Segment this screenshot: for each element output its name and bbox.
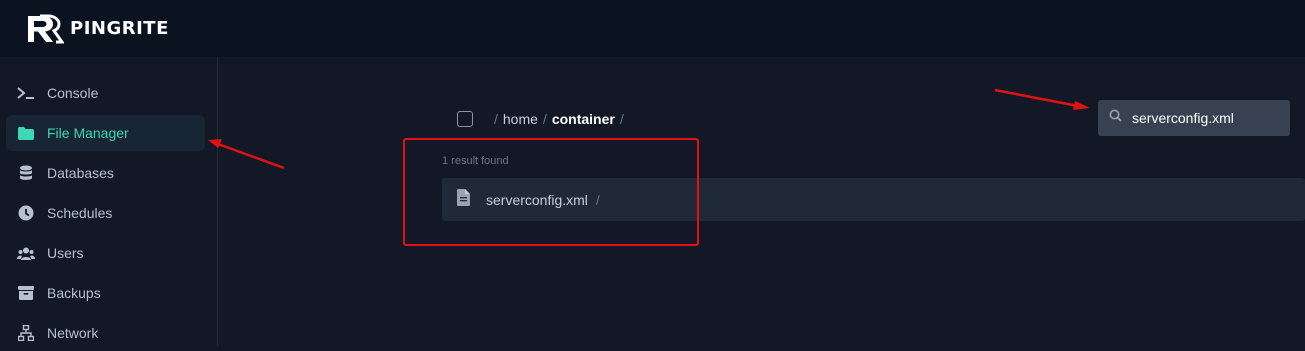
search-box[interactable] [1098, 100, 1290, 136]
result-path-separator: / [595, 191, 600, 208]
sidebar-item-label: Databases [47, 165, 114, 181]
sidebar-item-backups[interactable]: Backups [6, 275, 205, 311]
sidebar-item-label: Network [47, 325, 99, 341]
breadcrumb-separator: / [494, 111, 498, 127]
network-icon [17, 324, 35, 342]
sidebar-item-label: File Manager [47, 125, 129, 141]
select-all-checkbox[interactable] [457, 111, 473, 127]
breadcrumb-item-home[interactable]: home [503, 111, 538, 127]
sidebar-item-schedules[interactable]: Schedules [6, 195, 205, 231]
users-icon [17, 244, 35, 262]
sidebar-item-databases[interactable]: Databases [6, 155, 205, 191]
result-file-name[interactable]: serverconfig.xml [486, 192, 588, 208]
clock-icon [17, 204, 35, 222]
file-icon [457, 188, 470, 211]
brand-logo[interactable]: PINGRITE [26, 14, 169, 44]
terminal-icon [17, 84, 35, 102]
sidebar-item-users[interactable]: Users [6, 235, 205, 271]
breadcrumb-item-container[interactable]: container [552, 111, 615, 127]
brand-logo-icon [28, 14, 64, 43]
sidebar-item-label: Console [47, 85, 99, 101]
folder-icon [17, 124, 35, 142]
breadcrumb: / home / container / [457, 109, 629, 129]
sidebar-item-label: Users [47, 245, 84, 261]
sidebar-item-label: Backups [47, 285, 101, 301]
result-count: 1 result found [442, 155, 509, 167]
brand-name: PINGRITE [70, 18, 169, 39]
sidebar: Console File Manager Databases Schedules… [0, 57, 218, 346]
search-icon [1109, 109, 1122, 127]
database-icon [17, 164, 35, 182]
sidebar-item-file-manager[interactable]: File Manager [6, 115, 205, 151]
top-bar: PINGRITE [0, 0, 1305, 57]
search-input[interactable] [1132, 110, 1282, 126]
main-content: / home / container / 1 result found serv… [219, 57, 1305, 346]
search-result-row[interactable]: serverconfig.xml / [442, 178, 1305, 221]
breadcrumb-separator: / [619, 111, 624, 127]
sidebar-item-label: Schedules [47, 205, 113, 221]
archive-icon [17, 284, 35, 302]
breadcrumb-separator: / [542, 111, 547, 127]
sidebar-item-console[interactable]: Console [6, 75, 205, 111]
